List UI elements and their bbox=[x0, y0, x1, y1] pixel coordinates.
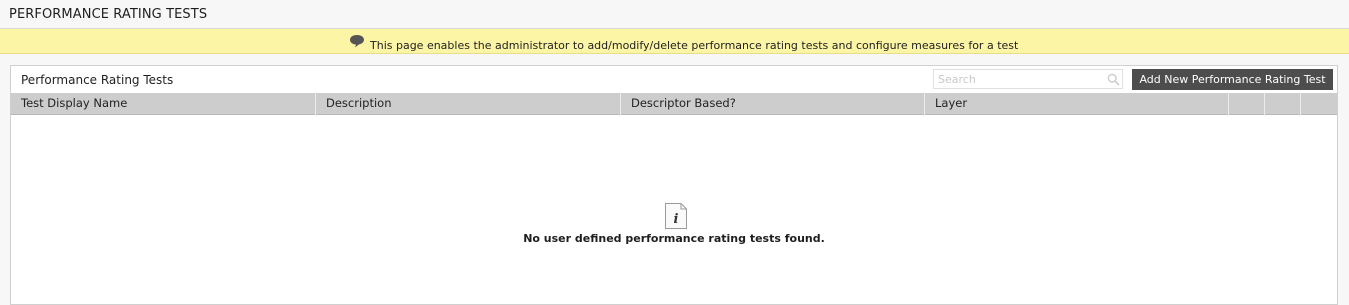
speech-bubble-icon bbox=[350, 35, 364, 48]
page-header: PERFORMANCE RATING TESTS bbox=[0, 0, 1349, 29]
column-header-test-display-name[interactable]: Test Display Name bbox=[11, 93, 316, 115]
empty-state-message: No user defined performance rating tests… bbox=[523, 232, 825, 245]
column-header-descriptor-based[interactable]: Descriptor Based? bbox=[621, 93, 925, 115]
search-input[interactable] bbox=[938, 71, 1098, 87]
page-title: PERFORMANCE RATING TESTS bbox=[9, 7, 208, 22]
column-header-layer[interactable]: Layer bbox=[925, 93, 1229, 115]
svg-text:i: i bbox=[674, 212, 679, 227]
column-header-description[interactable]: Description bbox=[316, 93, 621, 115]
info-document-icon: i bbox=[665, 203, 687, 229]
info-banner: This page enables the administrator to a… bbox=[0, 29, 1349, 54]
table-header: Test Display Name Description Descriptor… bbox=[11, 93, 1337, 115]
banner-text: This page enables the administrator to a… bbox=[370, 39, 1019, 52]
add-new-test-button[interactable]: Add New Performance Rating Test bbox=[1132, 69, 1333, 90]
column-header-action-3 bbox=[1301, 93, 1337, 115]
search-icon[interactable] bbox=[1107, 73, 1120, 86]
tests-panel: Performance Rating Tests Add New Perform… bbox=[10, 65, 1338, 305]
column-header-action-1 bbox=[1229, 93, 1265, 115]
search-box[interactable] bbox=[933, 69, 1123, 89]
column-header-action-2 bbox=[1265, 93, 1301, 115]
panel-title: Performance Rating Tests bbox=[21, 73, 174, 87]
